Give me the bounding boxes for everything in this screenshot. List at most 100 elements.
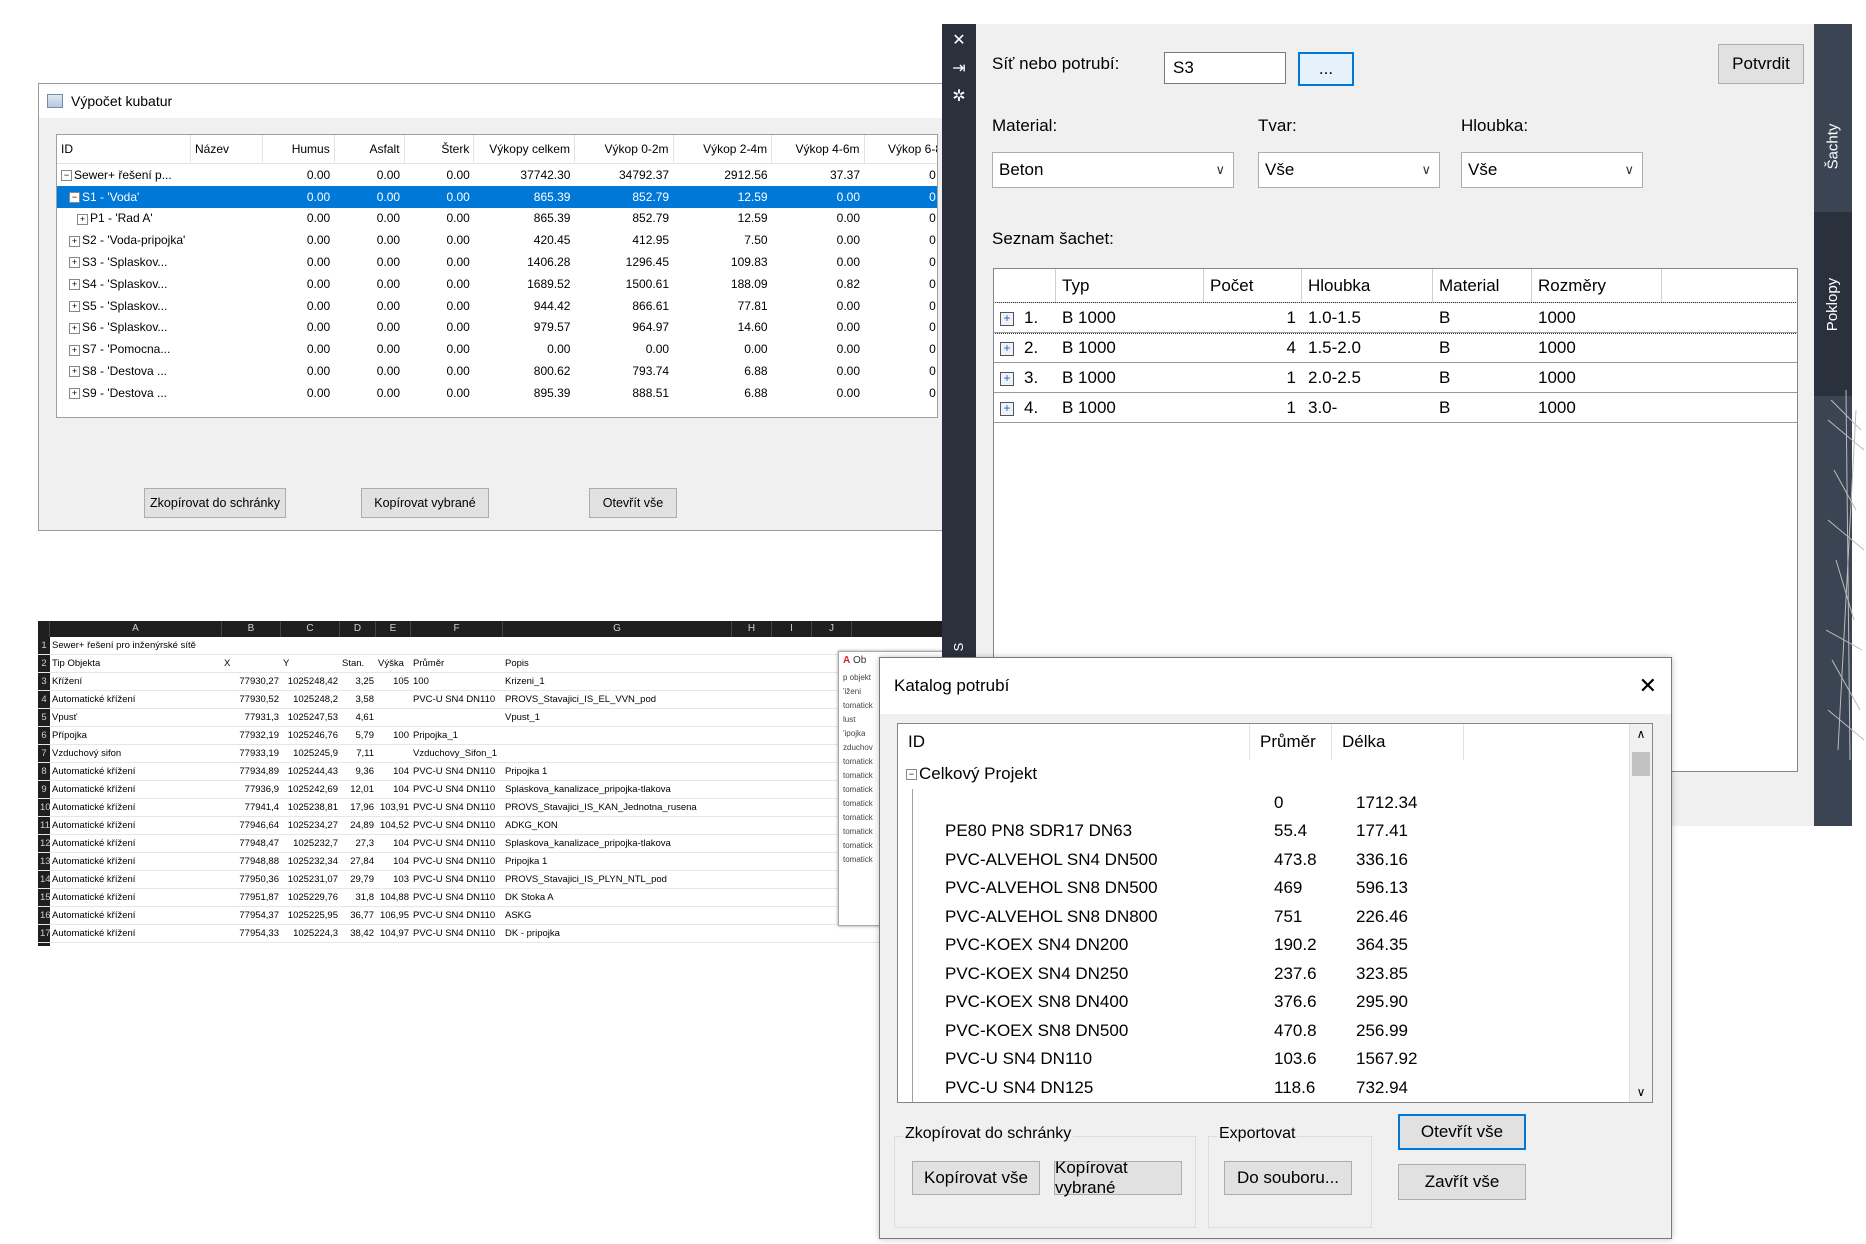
expand-icon[interactable]: + xyxy=(69,388,80,400)
excel-cell[interactable]: 1025232,34 xyxy=(281,853,340,870)
excel-cell[interactable] xyxy=(281,637,340,654)
catalog-row[interactable]: PVC-ALVEHOL SN8 DN800 751 226.46 xyxy=(898,902,1652,931)
excel-cell[interactable]: Automatické křížení xyxy=(50,853,222,870)
open-all-button[interactable]: Otevřít vše xyxy=(1398,1114,1526,1150)
excel-cell[interactable]: Pripojka 1 xyxy=(503,853,732,870)
shape-select[interactable]: Vše ∨ xyxy=(1258,152,1440,188)
tree-row[interactable]: + S2 - 'Voda-pripojka' 0.00 0.00 0.00 420.45 4… xyxy=(57,229,937,251)
collapse-icon[interactable]: − xyxy=(906,769,917,781)
excel-cell[interactable]: 104,97 xyxy=(376,925,411,942)
excel-column-letter[interactable]: I xyxy=(772,621,812,637)
excel-cell[interactable]: 1025238,81 xyxy=(281,799,340,816)
shaft-row[interactable]: +1. B 1000 1 1.0-1.5 B 1000 xyxy=(994,302,1797,334)
export-to-file-button[interactable]: Do souboru... xyxy=(1224,1161,1352,1195)
excel-cell[interactable]: PROVS_Stavajici_IS_KAN_Jednotna_rusena xyxy=(503,799,732,816)
excel-row-number[interactable]: 6 xyxy=(38,727,50,744)
excel-cell[interactable]: 104 xyxy=(376,853,411,870)
excel-cell[interactable]: 104 xyxy=(376,781,411,798)
close-icon[interactable]: ✕ xyxy=(950,32,968,50)
excel-cell[interactable]: PROVS_Stavajici_IS_EL_VVN_pod xyxy=(503,691,732,708)
excel-cell[interactable]: 77931,3 xyxy=(222,709,281,726)
excel-cell[interactable]: PVC-U SN4 DN110 xyxy=(411,691,503,708)
excel-column-letter[interactable]: D xyxy=(340,621,376,637)
tree-row[interactable]: + S6 - 'Splaskov... 0.00 0.00 0.00 979.57 964.… xyxy=(57,317,937,339)
catalog-row[interactable]: PE80 PN8 SDR17 DN63 55.4 177.41 xyxy=(898,817,1652,846)
scroll-up-icon[interactable]: ∧ xyxy=(1630,724,1652,744)
column-header[interactable]: Název xyxy=(190,135,263,164)
excel-cell[interactable]: Stan. xyxy=(340,655,376,672)
tree-row[interactable]: + S4 - 'Splaskov... 0.00 0.00 0.00 1689.52 150… xyxy=(57,273,937,295)
expand-icon[interactable]: + xyxy=(1000,371,1014,386)
kubatur-tree-list[interactable]: ID Název Humus Asfalt Šterk Výkopy celkem Výko… xyxy=(56,134,938,418)
excel-cell[interactable]: 77954,37 xyxy=(222,907,281,924)
excel-cell[interactable]: 7,11 xyxy=(340,745,376,762)
shaft-row[interactable]: +3. B 1000 1 2.0-2.5 B 1000 xyxy=(994,363,1797,393)
excel-cell[interactable]: 1025248,2 xyxy=(281,691,340,708)
column-header[interactable]: Výkop 6-8m xyxy=(864,135,937,164)
shaft-row[interactable]: +2. B 1000 4 1.5-2.0 B 1000 xyxy=(994,333,1797,363)
tree-root-row[interactable]: − Celkový Projekt xyxy=(898,760,1652,789)
catalog-row[interactable]: PVC-KOEX SN8 DN500 470.8 256.99 xyxy=(898,1016,1652,1045)
excel-cell[interactable]: DK - pripojka xyxy=(503,925,732,942)
excel-cell[interactable]: 1025242,69 xyxy=(281,781,340,798)
excel-cell[interactable]: Přípojka xyxy=(50,727,222,744)
column-header[interactable]: Šterk xyxy=(404,135,475,164)
grid-column-header[interactable]: Hloubka xyxy=(1302,269,1433,302)
expand-icon[interactable]: + xyxy=(1000,401,1014,416)
excel-row-number[interactable]: 14 xyxy=(38,871,50,888)
tree-row[interactable]: + S3 - 'Splaskov... 0.00 0.00 0.00 1406.28 129… xyxy=(57,251,937,273)
excel-cell[interactable]: 77934,89 xyxy=(222,763,281,780)
excel-cell[interactable]: 100 xyxy=(411,673,503,690)
tree-row[interactable]: + S7 - 'Pomocna... 0.00 0.00 0.00 0.00 0.00 0.0… xyxy=(57,338,937,360)
excel-cell[interactable] xyxy=(376,745,411,762)
excel-cell[interactable]: Automatické křížení xyxy=(50,781,222,798)
excel-cell[interactable]: 3,58 xyxy=(340,691,376,708)
catalog-scrollbar[interactable]: ∧ ∨ xyxy=(1629,724,1652,1102)
excel-cell[interactable]: PROVS_Stavajici_IS_PLYN_NTL_pod xyxy=(503,871,732,888)
excel-cell[interactable] xyxy=(503,727,732,744)
copy-selected-button[interactable]: Kopírovat vybrané xyxy=(1054,1158,1182,1197)
excel-cell[interactable]: 36,77 xyxy=(340,907,376,924)
expand-icon[interactable]: + xyxy=(69,344,80,356)
catalog-row[interactable]: PVC-ALVEHOL SN8 DN500 469 596.13 xyxy=(898,874,1652,903)
excel-cell[interactable]: Tip Objekta xyxy=(50,655,222,672)
excel-cell[interactable]: Pripojka splasky gravitacni xyxy=(503,943,732,946)
excel-cell[interactable]: 1025244,43 xyxy=(281,763,340,780)
column-header[interactable]: Výkopy celkem xyxy=(473,135,575,164)
excel-cell[interactable]: Y xyxy=(281,655,340,672)
excel-row-number[interactable]: 5 xyxy=(38,709,50,726)
excel-cell[interactable]: 103,91 xyxy=(376,799,411,816)
close-all-button[interactable]: Zavřít vše xyxy=(1398,1164,1526,1200)
excel-cell[interactable]: Průměr xyxy=(411,655,503,672)
excel-cell[interactable]: 104 xyxy=(376,763,411,780)
excel-cell[interactable]: Automatické křížení xyxy=(50,691,222,708)
tree-row[interactable]: − S1 - 'Voda' 0.00 0.00 0.00 865.39 852.79 12.5… xyxy=(57,185,937,208)
excel-cell[interactable]: PVC-U SN4 DN110 xyxy=(411,835,503,852)
excel-cell[interactable]: 105 xyxy=(376,673,411,690)
excel-cell[interactable]: Automatické křížení xyxy=(50,817,222,834)
grid-column-header[interactable]: Počet xyxy=(1204,269,1302,302)
excel-column-letter[interactable]: F xyxy=(411,621,503,637)
excel-column-letter[interactable]: G xyxy=(503,621,732,637)
copy-selected-button[interactable]: Kopírovat vybrané xyxy=(361,488,489,518)
excel-cell[interactable]: 1025248,42 xyxy=(281,673,340,690)
excel-cell[interactable] xyxy=(411,637,503,654)
expand-icon[interactable]: + xyxy=(1000,341,1014,356)
excel-row-number[interactable]: 13 xyxy=(38,853,50,870)
grid-column-header[interactable]: Rozměry xyxy=(1532,269,1662,302)
excel-cell[interactable]: 1025247,53 xyxy=(281,709,340,726)
material-select[interactable]: Beton ∨ xyxy=(992,152,1234,188)
catalog-column-header[interactable]: Průměr xyxy=(1250,724,1332,760)
excel-column-letter[interactable]: A xyxy=(50,621,222,637)
excel-cell[interactable]: Automatické křížení xyxy=(50,799,222,816)
excel-row-number[interactable]: 11 xyxy=(38,817,50,834)
expand-icon[interactable]: + xyxy=(69,322,80,334)
excel-cell[interactable]: Křížení xyxy=(50,673,222,690)
excel-cell[interactable]: PVC-U SN4 DN110 xyxy=(411,781,503,798)
excel-cell[interactable]: 77951,87 xyxy=(222,889,281,906)
excel-cell[interactable]: Automatické křížení xyxy=(50,907,222,924)
column-header[interactable]: Asfalt xyxy=(334,135,405,164)
excel-column-letter[interactable]: C xyxy=(281,621,340,637)
excel-cell[interactable]: 77948,47 xyxy=(222,835,281,852)
excel-cell[interactable]: 77930,52 xyxy=(222,691,281,708)
